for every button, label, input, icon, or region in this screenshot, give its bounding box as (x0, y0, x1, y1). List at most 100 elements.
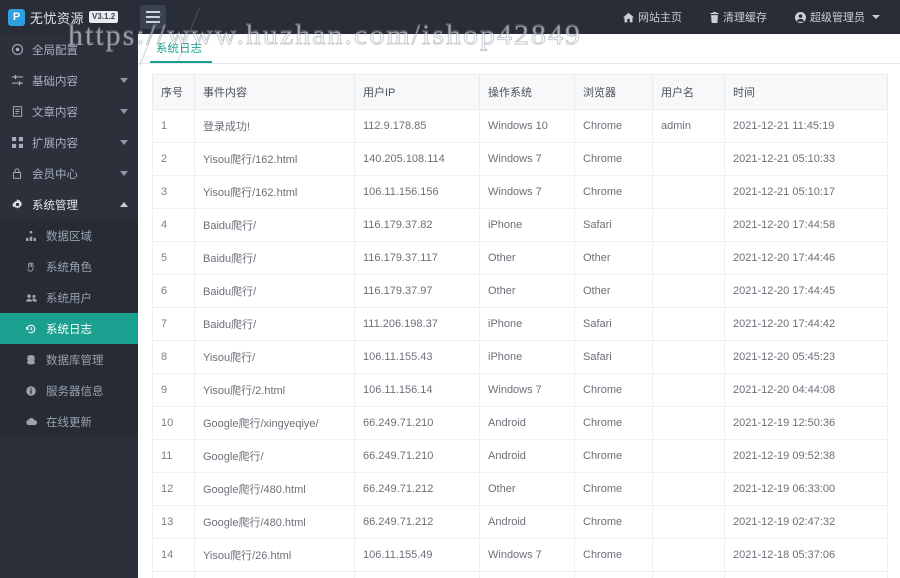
cell-username (652, 505, 725, 539)
table-row[interactable]: 7 Baidu爬行/111.206.198.37 iPhone Safari 2021-… (152, 307, 888, 341)
table-row[interactable]: 3 Yisou爬行/162.html 106.11.156.156 Windows 7… (152, 175, 888, 209)
cell-user-ip: 116.179.37.203 (354, 571, 480, 578)
users-icon (26, 293, 40, 303)
gear-icon (12, 199, 28, 210)
sidebar-item-extension-content[interactable]: 扩展内容 (0, 127, 138, 158)
sidebar-item-system-roles[interactable]: 系统角色 (0, 251, 138, 282)
cell-event: Google爬行/480.html (194, 472, 355, 506)
tab-system-log[interactable]: 系统日志 (150, 43, 212, 63)
cell-index: 7 (152, 307, 195, 341)
sidebar-label-global-config: 全局配置 (32, 44, 78, 57)
sidebar-label-extension-content: 扩展内容 (32, 137, 78, 150)
cell-index: 11 (152, 439, 195, 473)
home-icon (623, 12, 634, 23)
topnav-item-clear-cache[interactable]: 清理缓存 (696, 0, 781, 34)
cell-user-ip: 106.11.155.43 (354, 340, 480, 374)
sidebar-item-database-management[interactable]: 数据库管理 (0, 344, 138, 375)
table-row[interactable]: 14 Yisou爬行/26.html 106.11.155.49 Windows 7C… (152, 538, 888, 572)
cell-event: Yisou爬行/2.html (194, 373, 355, 407)
column-header-index: 序号 (152, 74, 195, 110)
sidebar-item-system-log[interactable]: 系统日志 (0, 313, 138, 344)
cell-browser: Chrome (574, 406, 653, 440)
cloud-icon (26, 417, 40, 426)
table-row[interactable]: 11 Google爬行/66.249.71.210 Android Chrome 202… (152, 439, 888, 473)
sidebar-label-article-content: 文章内容 (32, 106, 78, 119)
topnav-item-user[interactable]: 超级管理员 (781, 0, 894, 34)
cell-browser: Safari (574, 340, 653, 374)
table-body: 1 登录成功! 112.9.178.85 Windows 10 Chrome admin 2… (152, 109, 888, 578)
hamburger-icon[interactable] (140, 5, 166, 29)
cell-index: 9 (152, 373, 195, 407)
cell-index: 8 (152, 340, 195, 374)
trash-icon (710, 11, 719, 23)
cell-username (652, 373, 725, 407)
chevron-up-icon (120, 202, 128, 207)
cell-time: 2021-12-20 17:44:42 (724, 307, 888, 341)
cell-username (652, 439, 725, 473)
sidebar-item-online-update[interactable]: 在线更新 (0, 406, 138, 437)
table-row[interactable]: 8 Yisou爬行/106.11.155.43 iPhone Safari 2021-1… (152, 340, 888, 374)
table-row[interactable]: 15Baidu爬行/116.179.37.203iPhoneSafari 2021… (152, 571, 888, 578)
sidebar-item-system-users[interactable]: 系统用户 (0, 282, 138, 313)
cell-user-ip: 106.11.156.156 (354, 175, 480, 209)
cell-user-ip: 116.179.37.117 (354, 241, 480, 275)
cell-index: 2 (152, 142, 195, 176)
cell-index: 4 (152, 208, 195, 242)
cell-user-ip: 116.179.37.97 (354, 274, 480, 308)
cell-os: Android (479, 406, 575, 440)
cell-time: 2021-12-19 06:33:00 (724, 472, 888, 506)
table-row[interactable]: 10 Google爬行/xingyeqiye/66.249.71.210 Andro… (152, 406, 888, 440)
table-row[interactable]: 9 Yisou爬行/2.html 106.11.156.14 Windows 7 Chr… (152, 373, 888, 407)
table-row[interactable]: 4 Baidu爬行/116.179.37.82 iPhone Safari 2021-1… (152, 208, 888, 242)
cell-user-ip: 112.9.178.85 (354, 109, 480, 143)
topnav-label-clear-cache: 清理缓存 (723, 12, 767, 24)
sidebar-item-basic-content[interactable]: 基础内容 (0, 65, 138, 96)
table-row[interactable]: 2 Yisou爬行/162.html 140.205.108.114 Windows … (152, 142, 888, 176)
cell-user-ip: 66.249.71.210 (354, 439, 480, 473)
sidebar-label-server-info: 服务器信息 (46, 385, 104, 398)
table-row[interactable]: 12 Google爬行/480.html 66.249.71.212 Other Chr… (152, 472, 888, 506)
main-content: 系统日志 序号 事件内容 用户IP 操作系统 浏览器 用户名 时间 1 登录成功! 112.9.… (138, 34, 900, 578)
cell-browser: Chrome (574, 373, 653, 407)
cell-event: Google爬行/xingyeqiye/ (194, 406, 355, 440)
cell-os: iPhone (479, 208, 575, 242)
cell-browser: Other (574, 274, 653, 308)
cell-index: 6 (152, 274, 195, 308)
cell-time: 2021-12-18 04:53:10 (724, 571, 888, 578)
cell-os: Windows 10 (479, 109, 575, 143)
sidebar-item-server-info[interactable]: 服务器信息 (0, 375, 138, 406)
p-logo-icon: P (8, 8, 25, 26)
sidebar-label-system-log: 系统日志 (46, 323, 92, 336)
cell-user-ip: 111.206.198.37 (354, 307, 480, 341)
table-row[interactable]: 1 登录成功! 112.9.178.85 Windows 10 Chrome admin 2… (152, 109, 888, 143)
cell-os: Android (479, 439, 575, 473)
cell-user-ip: 106.11.156.14 (354, 373, 480, 407)
cell-time: 2021-12-20 04:44:08 (724, 373, 888, 407)
column-header-time: 时间 (724, 74, 888, 110)
table-row[interactable]: 13 Google爬行/480.html 66.249.71.212 Android C… (152, 505, 888, 539)
sidebar-item-member-center[interactable]: 会员中心 (0, 158, 138, 189)
column-header-username: 用户名 (652, 74, 725, 110)
cell-username (652, 208, 725, 242)
cell-event: Baidu爬行/ (194, 241, 355, 275)
cell-username (652, 571, 725, 578)
sidebar-item-article-content[interactable]: 文章内容 (0, 96, 138, 127)
cell-time: 2021-12-20 05:45:23 (724, 340, 888, 374)
sidebar-item-global-config[interactable]: 全局配置 (0, 34, 138, 65)
admin-page: P 无忧资源 V3.1.2 网站主页 清理缓存 超级管理员 全局配置 基础内容 … (0, 0, 900, 578)
log-table-wrapper: 序号 事件内容 用户IP 操作系统 浏览器 用户名 时间 1 登录成功! 112.9.178.8… (138, 64, 900, 578)
brand-logo-area[interactable]: P 无忧资源 V3.1.2 (0, 0, 138, 34)
cell-index: 15 (152, 571, 195, 578)
cell-user-ip: 66.249.71.212 (354, 472, 480, 506)
sidebar-item-data-zone[interactable]: 数据区域 (0, 220, 138, 251)
table-header-row: 序号 事件内容 用户IP 操作系统 浏览器 用户名 时间 (152, 74, 888, 110)
cell-event: Google爬行/480.html (194, 505, 355, 539)
cell-event: Baidu爬行/ (194, 571, 355, 578)
cell-username (652, 142, 725, 176)
table-row[interactable]: 5 Baidu爬行/116.179.37.117 Other Other 2021-12… (152, 241, 888, 275)
info-icon (26, 385, 40, 396)
topnav-item-home[interactable]: 网站主页 (609, 0, 696, 34)
table-row[interactable]: 6 Baidu爬行/116.179.37.97 Other Other 2021-12-… (152, 274, 888, 308)
sidebar-item-system-management[interactable]: 系统管理 (0, 189, 138, 220)
sidebar-label-member-center: 会员中心 (32, 168, 78, 181)
